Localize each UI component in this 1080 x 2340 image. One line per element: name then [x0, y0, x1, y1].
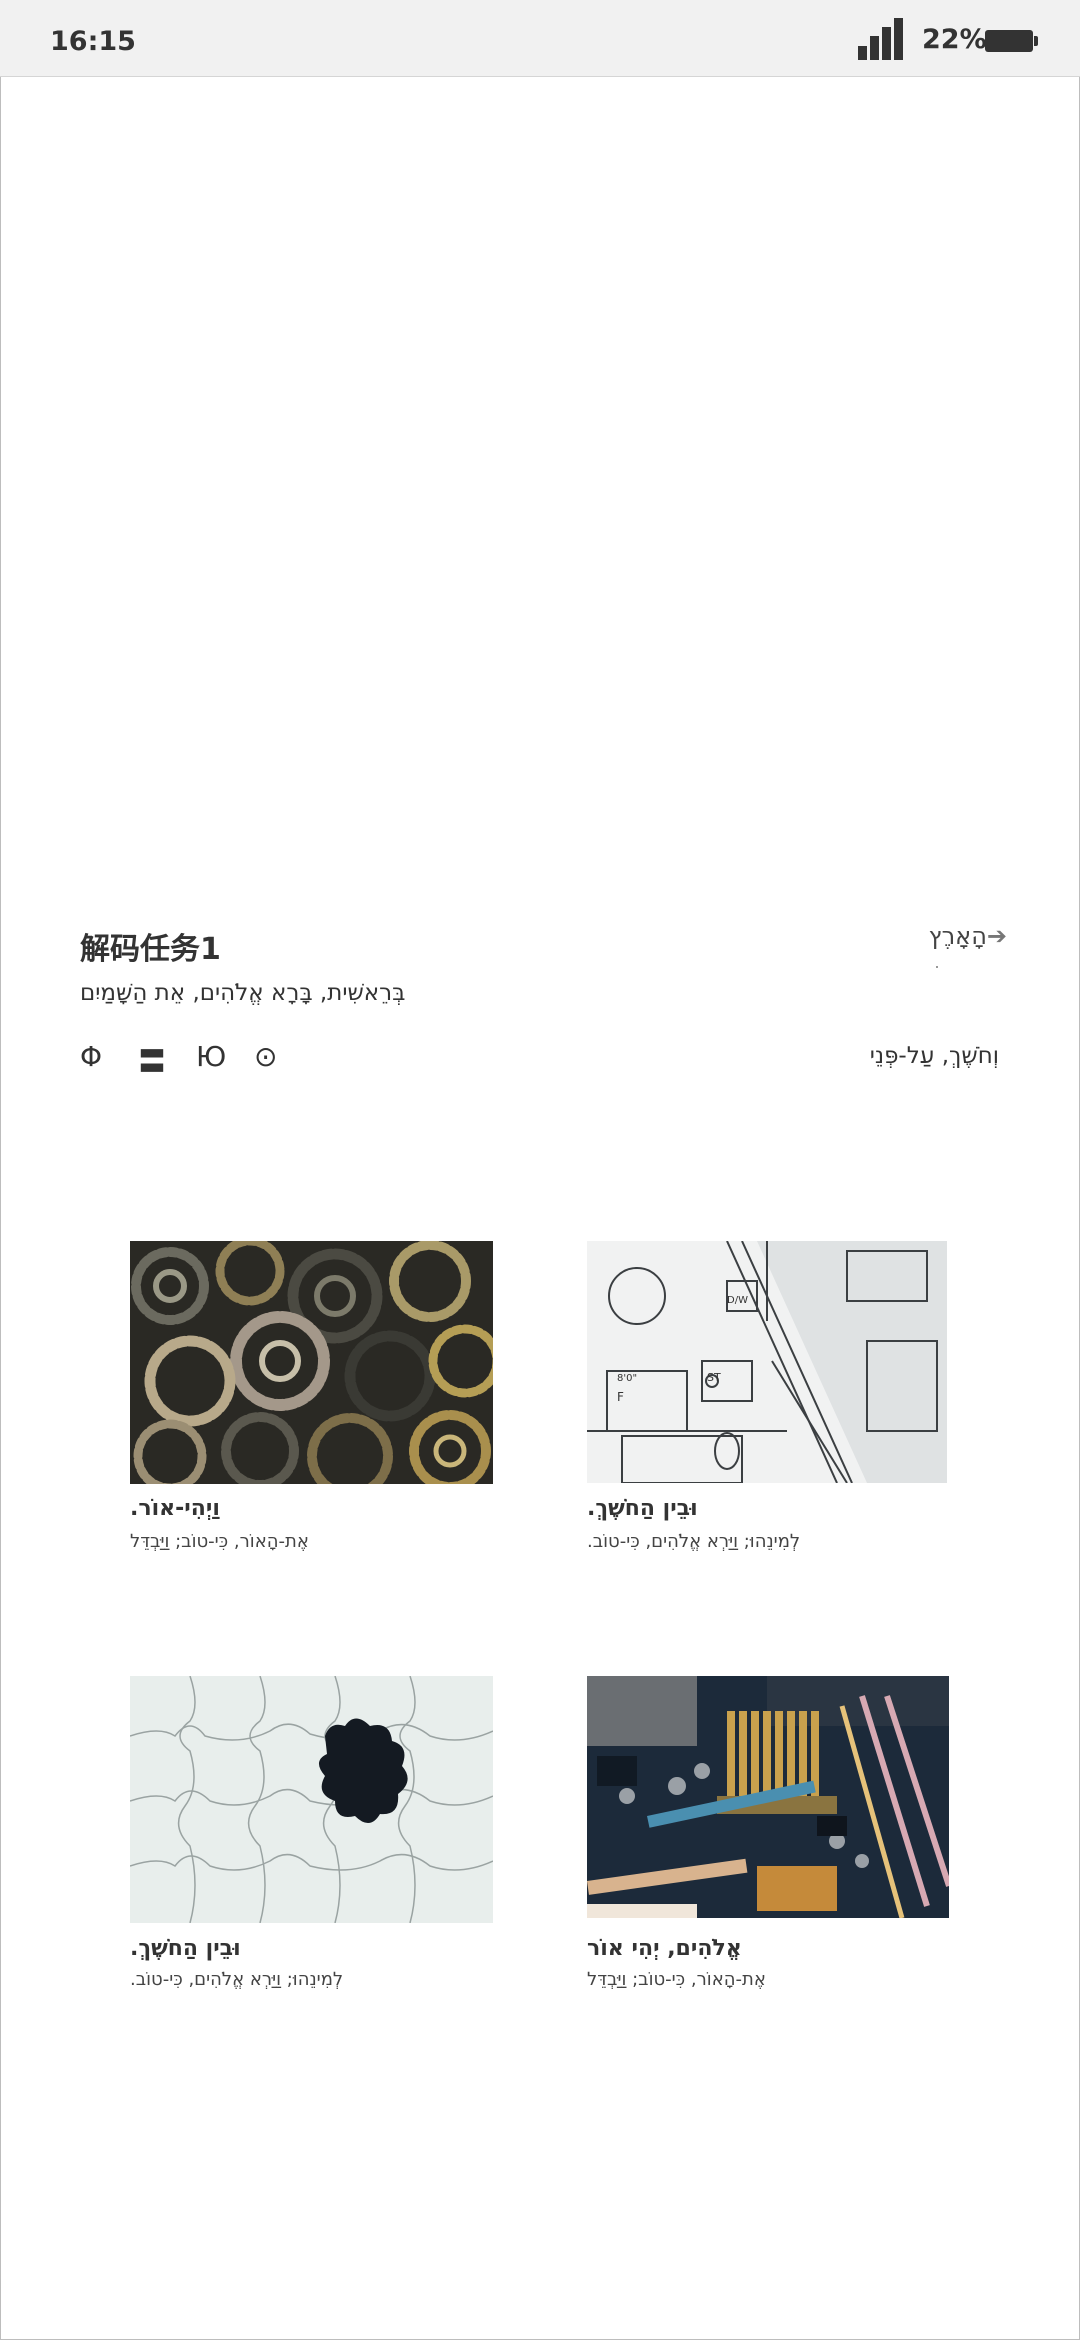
card-title: וַיְהִי-אוֹר.: [130, 1496, 220, 1521]
status-time: 16:15: [50, 26, 136, 57]
circuit-board-image: [587, 1676, 949, 1918]
phi-icon[interactable]: Φ: [80, 1040, 102, 1073]
svg-text:D/W: D/W: [727, 1295, 748, 1306]
card-title: וּבֵין הַחֹשֶׁךְ.: [587, 1496, 698, 1521]
dot-decoration: [936, 966, 938, 968]
svg-text:ST: ST: [707, 1371, 721, 1384]
card-subtitle: לְמִינֵהוּ; וַיַּרְא אֱלֹהִים, כִּי-טוֹב…: [587, 1531, 801, 1552]
cyrillic-yu-icon[interactable]: Ю: [196, 1040, 226, 1073]
battery-percent: 22%: [922, 24, 987, 55]
battery-icon: [985, 30, 1038, 52]
card-subtitle: אֶת-הָאוֹר, כִּי-טוֹב; וַיַּבְדֵּל: [587, 1969, 766, 1990]
nav-link-label: הָאָרֶץ: [928, 922, 987, 950]
status-bar: 16:15 22%: [0, 0, 1080, 77]
equals-icon[interactable]: 〓: [138, 1040, 166, 1080]
gears-image: [130, 1241, 493, 1484]
nav-link[interactable]: ➔הָאָרֶץ: [929, 922, 1007, 950]
signal-icon: [858, 18, 904, 60]
card-title: אֱלֹהִים, יְהִי אוֹר: [587, 1936, 742, 1961]
page-subtitle: בְּרֵאשִׁית, בָּרָא אֱלֹהִים, אֵת הַשָּׁ…: [80, 980, 406, 1006]
arrow-right-icon: ➔: [986, 922, 1007, 950]
card-subtitle: לְמִינֵהוּ; וַיַּרְא אֱלֹהִים, כִּי-טוֹב…: [130, 1969, 344, 1990]
puzzle-image: [130, 1676, 493, 1923]
page-title: 解码任务1: [80, 932, 221, 967]
card-title: וּבֵין הַחֹשֶׁךְ.: [130, 1936, 241, 1961]
svg-text:8'0": 8'0": [617, 1373, 637, 1384]
circled-dot-icon[interactable]: ⊙: [254, 1040, 277, 1073]
svg-text:F: F: [617, 1390, 624, 1404]
card-subtitle: אֶת-הָאוֹר, כִּי-טוֹב; וַיַּבְדֵּל: [130, 1531, 309, 1552]
blueprint-image: F ST 8'0" D/W: [587, 1241, 947, 1483]
header-right-text: וְחֹשֶׁךְ, עַל-פְּנֵי: [869, 1043, 999, 1069]
